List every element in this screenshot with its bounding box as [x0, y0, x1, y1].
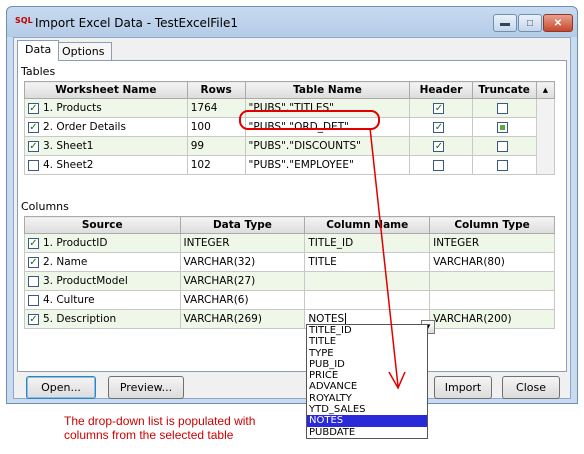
highlight-ellipse	[239, 110, 380, 130]
annotation-line-1: The drop-down list is populated with	[64, 414, 256, 428]
annotation-note: The drop-down list is populated with col…	[64, 414, 255, 442]
annotation-overlay	[239, 110, 406, 390]
annotation-arrow-line	[369, 127, 399, 387]
tab-data-label: Data	[25, 43, 52, 56]
annotation-line-2: columns from the selected table	[64, 428, 234, 442]
tab-data[interactable]: Data	[17, 40, 60, 61]
